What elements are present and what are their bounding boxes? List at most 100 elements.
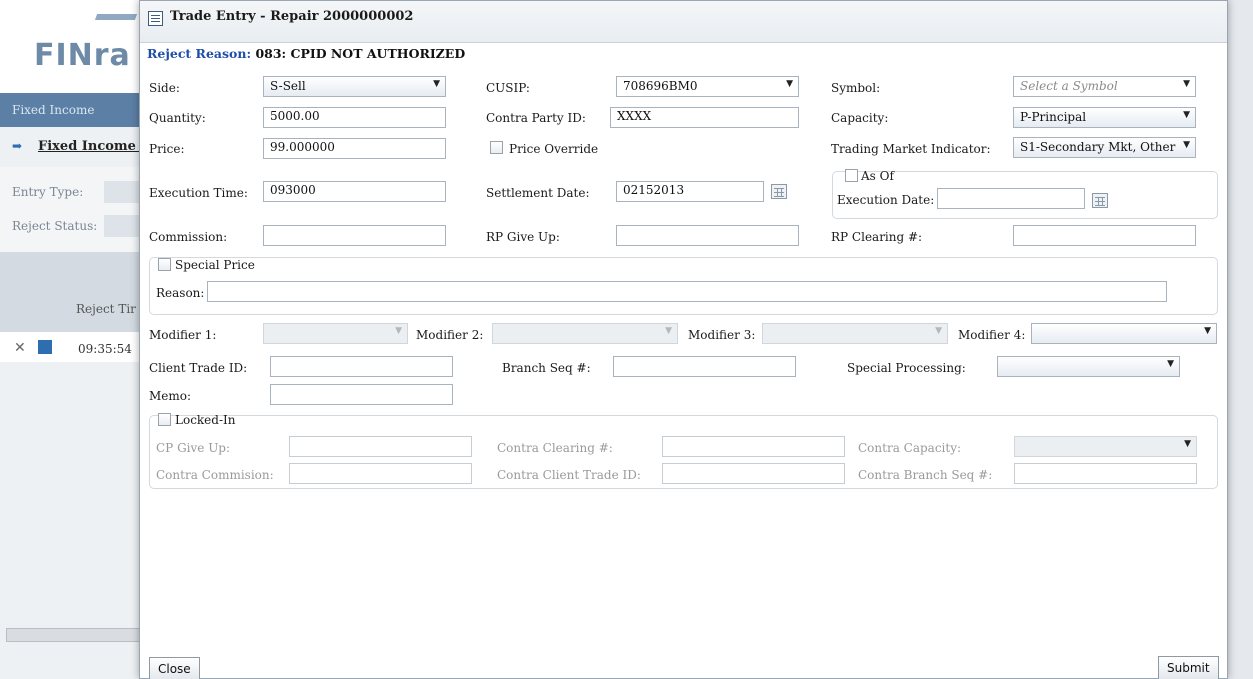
execution-time-label: Execution Time: [149,186,248,200]
settlement-date-input[interactable]: 02152013 [616,181,764,202]
commission-label: Commission: [149,230,228,244]
as-of-label: As Of [861,169,894,183]
reject-reason-label: Reject Reason: [147,46,252,61]
modifier3-select[interactable]: ▼ [762,323,948,344]
chevron-down-icon: ▼ [935,326,942,336]
symbol-placeholder: Select a Symbol [1020,79,1118,93]
commission-input[interactable] [263,225,446,246]
branch-seq-input[interactable] [613,356,796,377]
right-edge-panel [1228,0,1253,679]
client-trade-id-input[interactable] [270,356,453,377]
cusip-value: 708696BM0 [623,79,698,93]
chevron-down-icon: ▼ [665,326,672,336]
modifier1-select[interactable]: ▼ [263,323,408,344]
modifier4-select[interactable]: ▼ [1031,323,1217,344]
chevron-down-icon: ▼ [1167,359,1174,369]
dialog-titlebar[interactable]: Trade Entry - Repair 2000000002 [140,1,1227,43]
horizontal-scrollbar[interactable] [6,628,141,642]
modifier3-label: Modifier 3: [688,328,756,342]
dialog-title: Trade Entry - Repair 2000000002 [170,9,414,24]
symbol-combo[interactable]: Select a Symbol ▼ [1013,76,1196,97]
special-processing-select[interactable]: ▼ [997,356,1180,377]
client-trade-id-label: Client Trade ID: [149,361,248,375]
calendar-icon[interactable] [771,184,787,199]
contra-client-trade-id-label: Contra Client Trade ID: [497,468,641,482]
chevron-down-icon: ▼ [1183,110,1190,120]
branch-seq-label: Branch Seq #: [502,361,591,375]
logo-swoosh [94,14,138,20]
rp-give-up-input[interactable] [616,225,799,246]
row-reject-time: 09:35:54 [78,342,132,356]
symbol-label: Symbol: [831,81,881,95]
price-input[interactable]: 99.000000 [263,138,446,159]
memo-label: Memo: [149,389,192,403]
rp-clearing-label: RP Clearing #: [831,230,923,244]
special-processing-label: Special Processing: [847,361,966,375]
contra-capacity-select[interactable]: ▼ [1014,436,1197,457]
modifier1-label: Modifier 1: [149,328,217,342]
chevron-down-icon: ▼ [1183,140,1190,150]
reject-status-label: Reject Status: [12,219,98,233]
special-price-label: Special Price [175,258,255,272]
reject-status-field[interactable] [104,215,140,237]
contra-clearing-input[interactable] [662,436,845,457]
column-reject-time[interactable]: Reject Tir [76,302,136,316]
chevron-down-icon: ▼ [1184,439,1191,449]
contra-branch-seq-input[interactable] [1014,463,1197,484]
capacity-select[interactable]: P-Principal ▼ [1013,107,1196,128]
special-price-checkbox[interactable] [158,258,171,271]
cusip-combo[interactable]: 708696BM0 ▼ [616,76,799,97]
trading-market-indicator-label: Trading Market Indicator: [831,142,991,156]
modifier4-label: Modifier 4: [958,328,1026,342]
close-button[interactable]: Close [149,657,200,679]
contra-commission-input[interactable] [289,463,472,484]
contra-client-trade-id-input[interactable] [662,463,845,484]
price-override-checkbox[interactable] [490,141,503,154]
contra-branch-seq-label: Contra Branch Seq #: [858,468,993,482]
side-select[interactable]: S-Sell ▼ [263,76,446,97]
price-override-label: Price Override [509,142,599,156]
entry-type-field[interactable] [104,181,140,203]
price-label: Price: [149,142,185,156]
breadcrumb-fixed-income[interactable]: Fixed Income / [38,139,145,154]
reason-input[interactable] [207,281,1167,302]
trading-market-indicator-select[interactable]: S1-Secondary Mkt, Other ▼ [1013,137,1196,158]
execution-date-label: Execution Date: [837,193,935,207]
chevron-down-icon: ▼ [1204,326,1211,336]
reject-reason-value: 083: CPID NOT AUTHORIZED [255,46,466,61]
modifier2-select[interactable]: ▼ [492,323,678,344]
memo-input[interactable] [270,384,453,405]
locked-in-checkbox[interactable] [158,413,171,426]
form-icon [148,11,163,26]
locked-in-label: Locked-In [175,413,236,427]
reason-label: Reason: [156,286,205,300]
execution-time-input[interactable]: 093000 [263,181,446,202]
edit-record-icon[interactable] [38,340,52,354]
quantity-label: Quantity: [149,111,206,125]
contra-party-id-input[interactable]: XXXX [610,107,799,128]
modifier2-label: Modifier 2: [416,328,484,342]
chevron-down-icon[interactable]: ▼ [1183,79,1190,89]
side-label: Side: [149,81,180,95]
contra-clearing-label: Contra Clearing #: [497,441,613,455]
quantity-input[interactable]: 5000.00 [263,107,446,128]
chevron-down-icon[interactable]: ▼ [786,79,793,89]
cp-give-up-label: CP Give Up: [156,441,231,455]
calendar-icon[interactable] [1092,193,1108,208]
as-of-checkbox[interactable] [845,169,858,182]
trade-entry-dialog: Trade Entry - Repair 2000000002 Reject R… [139,0,1228,679]
submit-button[interactable]: Submit [1158,656,1219,679]
contra-capacity-label: Contra Capacity: [858,441,962,455]
entry-type-label: Entry Type: [12,185,84,199]
arrow-right-icon: ➡ [12,139,23,153]
chevron-down-icon: ▼ [433,79,440,89]
execution-date-input[interactable] [937,188,1085,209]
contra-commission-label: Contra Commision: [156,468,274,482]
tab-fixed-income[interactable]: Fixed Income [12,103,94,117]
finra-logo: FINra [34,38,131,73]
capacity-label: Capacity: [831,111,889,125]
rp-clearing-input[interactable] [1013,225,1196,246]
repair-tools-icon[interactable]: ✕ [14,340,26,356]
cp-give-up-input[interactable] [289,436,472,457]
contra-party-id-label: Contra Party ID: [486,111,586,125]
